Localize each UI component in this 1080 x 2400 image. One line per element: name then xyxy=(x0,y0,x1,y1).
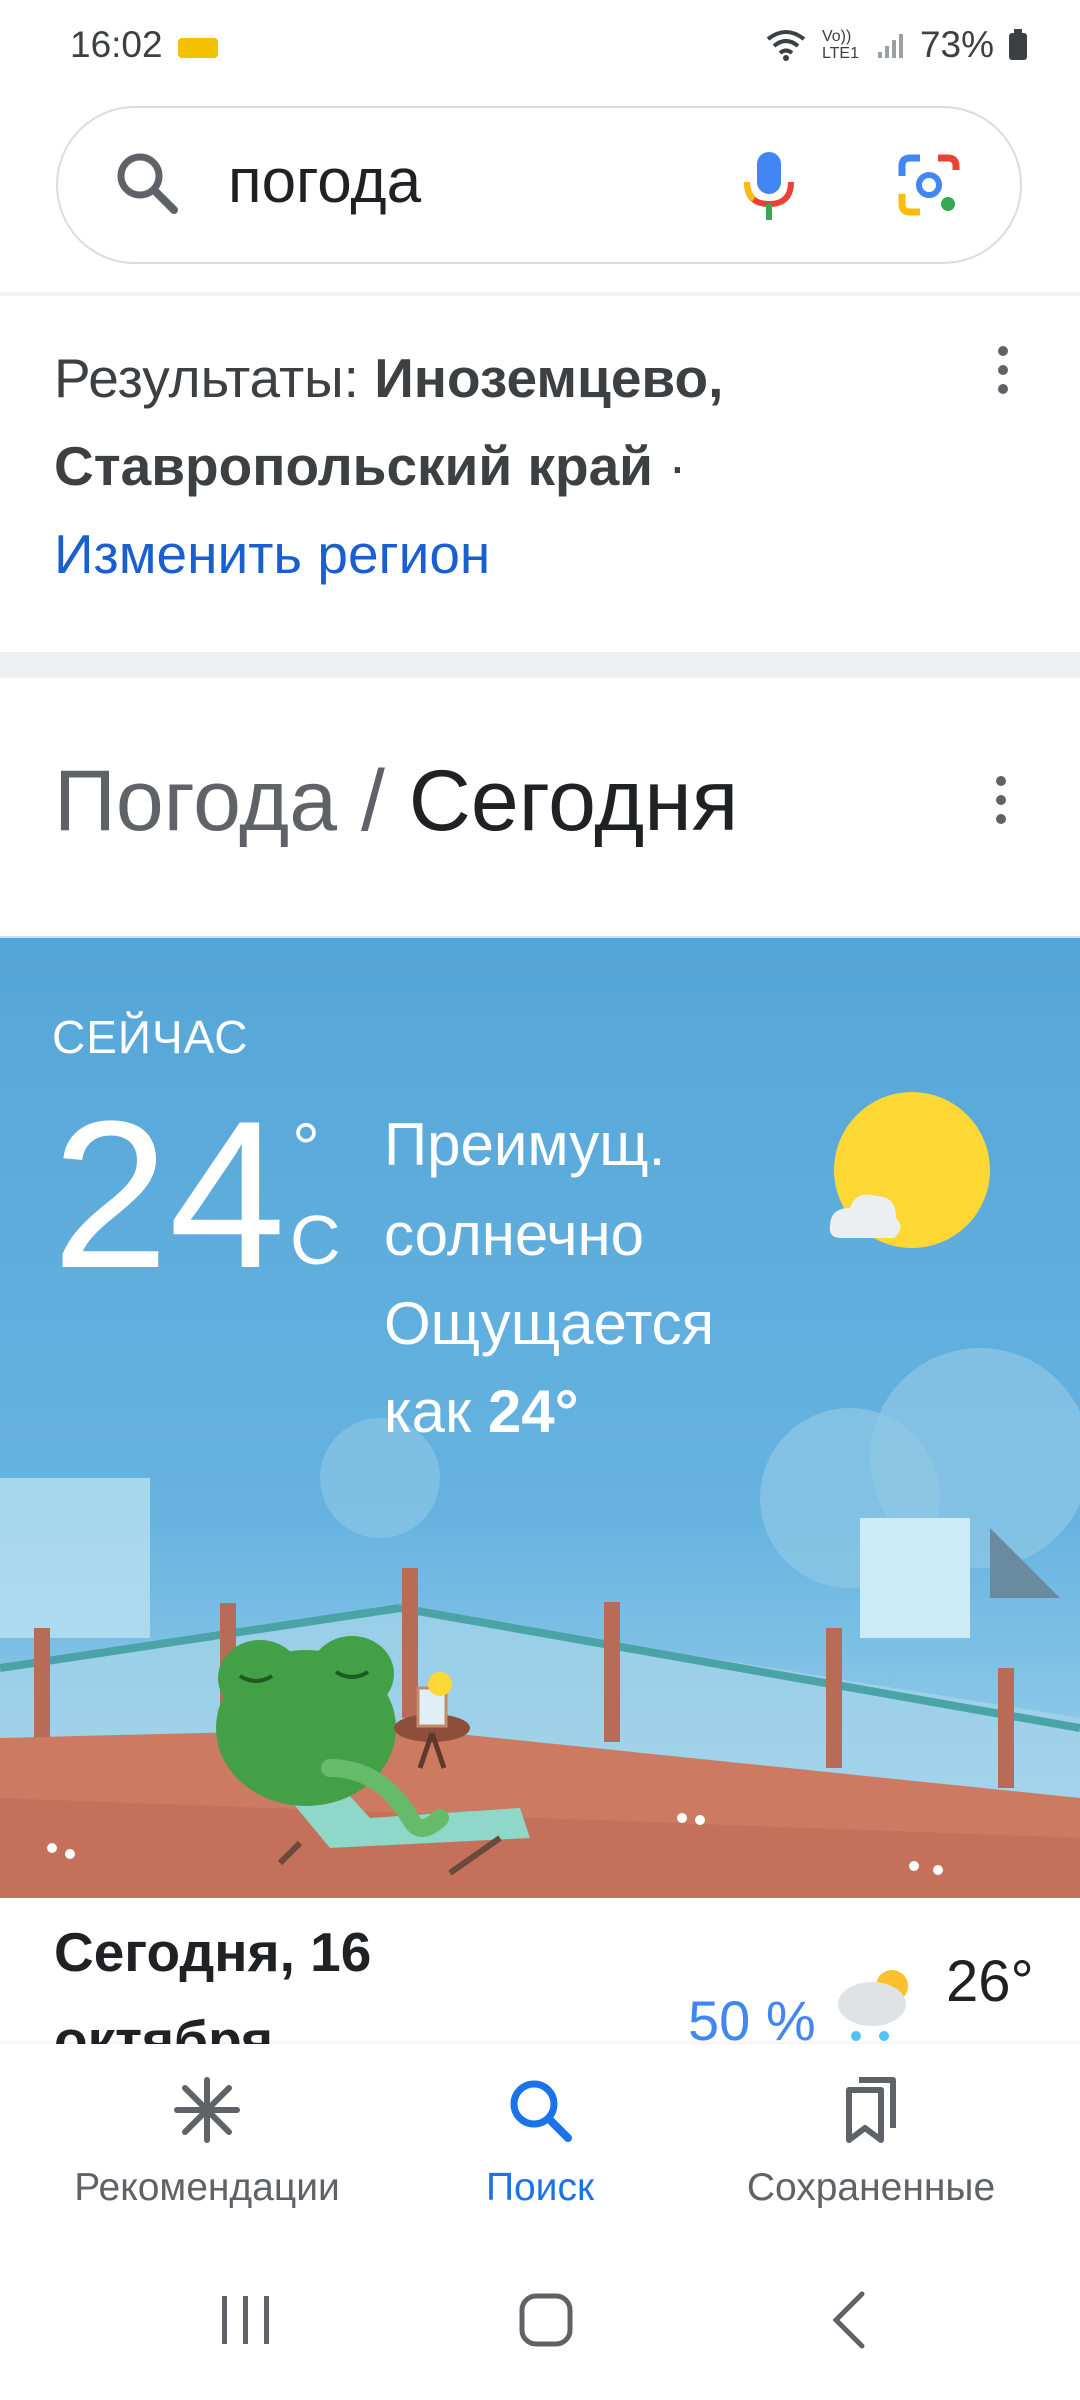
nav-search[interactable]: Поиск xyxy=(375,2074,705,2210)
degree-symbol: ° xyxy=(292,1109,320,1187)
wifi-icon xyxy=(766,30,806,61)
home-icon[interactable] xyxy=(518,2292,574,2348)
back-icon[interactable] xyxy=(828,2290,872,2350)
weather-condition: Преимущ. солнечно xyxy=(384,1111,666,1268)
weather-more-options-icon[interactable] xyxy=(996,776,1008,833)
now-label: СЕЙЧАС xyxy=(52,1011,249,1063)
battery-percent: 73% xyxy=(919,24,994,65)
weather-title-tab[interactable]: Сегодня xyxy=(409,753,739,849)
nav-recommendations[interactable]: Рекомендации xyxy=(42,2074,372,2210)
current-temperature: 24 xyxy=(52,1077,286,1312)
status-time: 16:02 xyxy=(70,24,163,65)
cloudy-rain-icon xyxy=(838,1970,908,2041)
bookmarks-icon xyxy=(846,2077,896,2143)
search-icon xyxy=(510,2080,572,2142)
microphone-icon[interactable] xyxy=(742,150,796,222)
network-label: Vo)) LTE1 xyxy=(821,28,859,62)
feels-like-value: 24° xyxy=(487,1378,579,1445)
search-input[interactable]: погода xyxy=(228,146,421,217)
results-location: Результаты: Иноземцево, Ставропольский к… xyxy=(54,334,914,598)
weather-title: Погода / Сегодня xyxy=(54,752,738,851)
change-region-link[interactable]: Изменить регион xyxy=(54,523,490,585)
results-separator: · xyxy=(652,435,687,497)
lens-camera-icon[interactable] xyxy=(896,152,962,218)
weather-title-slash: / xyxy=(337,753,409,849)
section-divider xyxy=(0,652,1080,678)
divider xyxy=(0,292,1080,296)
status-icons: Vo)) LTE1 73% xyxy=(764,24,1028,66)
high-temperature: 26° xyxy=(946,1949,1034,2014)
battery-icon xyxy=(1009,29,1027,60)
nav-label: Рекомендации xyxy=(74,2166,340,2209)
asterisk-icon xyxy=(174,2077,240,2143)
nav-saved[interactable]: Сохраненные xyxy=(706,2074,1036,2210)
search-icon[interactable] xyxy=(114,150,180,216)
search-box[interactable] xyxy=(56,106,1022,264)
recent-apps-icon[interactable] xyxy=(216,2292,276,2348)
more-options-icon[interactable] xyxy=(998,346,1010,403)
feels-like: Ощущается как 24° xyxy=(384,1280,804,1456)
results-prefix: Результаты: xyxy=(54,347,375,409)
weather-title-category: Погода xyxy=(54,753,338,849)
nav-label: Поиск xyxy=(485,2166,595,2209)
notification-icon xyxy=(178,38,218,58)
nav-label: Сохраненные xyxy=(746,2166,996,2209)
signal-icon xyxy=(877,34,903,58)
temperature-unit[interactable]: C xyxy=(290,1200,341,1280)
